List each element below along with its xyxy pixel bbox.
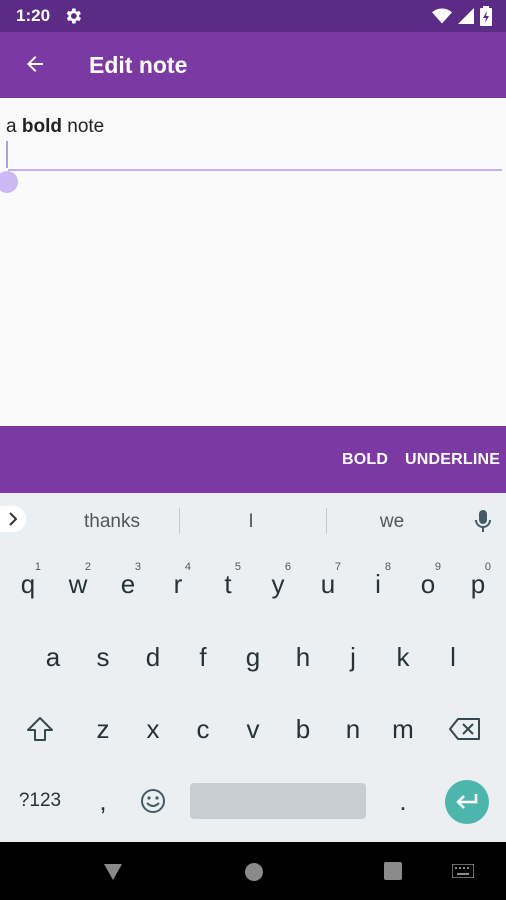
- key-label: u: [320, 568, 336, 599]
- key-u[interactable]: u7: [305, 556, 351, 612]
- key-label: p: [470, 568, 486, 599]
- underline-button[interactable]: UNDERLINE: [405, 451, 500, 469]
- key-hint: 7: [334, 561, 341, 573]
- key-v[interactable]: v: [230, 701, 276, 757]
- key-hint: 2: [84, 561, 91, 573]
- key-r[interactable]: r4: [155, 556, 201, 612]
- key-q[interactable]: q1: [5, 556, 51, 612]
- formatting-toolbar: BOLD UNDERLINE: [0, 426, 506, 493]
- text-cursor: [6, 141, 8, 168]
- key-a[interactable]: a: [30, 629, 76, 685]
- key-w[interactable]: w2: [55, 556, 101, 612]
- note-text-plain-end: note: [61, 116, 105, 137]
- key-s[interactable]: s: [80, 629, 126, 685]
- system-nav-bar: [0, 842, 506, 900]
- key-o[interactable]: o9: [405, 556, 451, 612]
- key-hint: 4: [184, 561, 191, 573]
- key-label: e: [120, 568, 136, 599]
- key-y[interactable]: y6: [255, 556, 301, 612]
- page-title: Edit note: [89, 52, 188, 78]
- space-bar[interactable]: [190, 783, 366, 819]
- soft-keyboard: thanks I we q1 w2 e3 r4 t5 y6 u7 i8 o9 p…: [0, 493, 506, 842]
- note-text-bold: bold: [21, 116, 62, 137]
- key-label: w: [68, 568, 88, 599]
- suggestion-1[interactable]: thanks: [52, 511, 172, 533]
- key-period[interactable]: .: [380, 773, 426, 829]
- key-d[interactable]: d: [130, 629, 176, 685]
- key-t[interactable]: t5: [205, 556, 251, 612]
- note-text-field[interactable]: a bold note: [6, 116, 104, 138]
- key-m[interactable]: m: [380, 701, 426, 757]
- input-underline: [8, 169, 502, 171]
- key-j[interactable]: j: [330, 629, 376, 685]
- key-hint: 5: [234, 561, 241, 573]
- shift-key-icon[interactable]: [17, 701, 63, 757]
- key-n[interactable]: n: [330, 701, 376, 757]
- key-h[interactable]: h: [280, 629, 326, 685]
- battery-icon: [480, 6, 492, 31]
- key-label: y: [271, 568, 285, 599]
- key-label: i: [375, 568, 381, 599]
- status-time: 1:20: [16, 6, 51, 25]
- key-comma[interactable]: ,: [80, 773, 126, 829]
- recents-square-icon[interactable]: [384, 862, 402, 885]
- home-circle-icon[interactable]: [244, 862, 264, 887]
- key-k[interactable]: k: [380, 629, 426, 685]
- key-x[interactable]: x: [130, 701, 176, 757]
- suggestion-2[interactable]: I: [191, 511, 311, 533]
- key-f[interactable]: f: [180, 629, 226, 685]
- key-p[interactable]: p0: [455, 556, 501, 612]
- key-b[interactable]: b: [280, 701, 326, 757]
- key-i[interactable]: i8: [355, 556, 401, 612]
- symbols-key[interactable]: ?123: [17, 773, 63, 829]
- key-hint: 0: [484, 561, 491, 573]
- cellular-signal-icon: [458, 8, 474, 29]
- suggestion-divider: [179, 508, 180, 534]
- expand-chevron-icon[interactable]: [0, 506, 26, 532]
- key-hint: 3: [134, 561, 141, 573]
- backspace-icon[interactable]: [442, 701, 488, 757]
- key-hint: 8: [384, 561, 391, 573]
- key-l[interactable]: l: [430, 629, 476, 685]
- settings-gear-icon: [63, 6, 83, 26]
- status-bar: 1:20: [0, 0, 506, 32]
- key-label: t: [224, 568, 232, 599]
- wifi-icon: [432, 8, 452, 29]
- back-arrow-icon[interactable]: [20, 49, 50, 79]
- key-label: q: [20, 568, 36, 599]
- enter-key-icon[interactable]: [445, 780, 489, 824]
- keyboard-switch-icon[interactable]: [451, 863, 475, 883]
- bold-button[interactable]: BOLD: [342, 451, 388, 469]
- key-z[interactable]: z: [80, 701, 126, 757]
- cursor-handle[interactable]: [0, 171, 18, 193]
- suggestion-divider: [326, 508, 327, 534]
- microphone-icon[interactable]: [473, 509, 493, 535]
- note-editor[interactable]: a bold note: [0, 98, 506, 426]
- key-hint: 6: [284, 561, 291, 573]
- key-label: r: [173, 568, 183, 599]
- key-hint: 1: [34, 561, 41, 573]
- suggestion-strip: thanks I we: [0, 493, 506, 548]
- key-label: o: [420, 568, 436, 599]
- key-e[interactable]: e3: [105, 556, 151, 612]
- app-bar: Edit note: [0, 32, 506, 98]
- back-triangle-icon[interactable]: [102, 862, 124, 887]
- key-c[interactable]: c: [180, 701, 226, 757]
- key-hint: 9: [434, 561, 441, 573]
- key-g[interactable]: g: [230, 629, 276, 685]
- note-text-plain: a: [6, 116, 22, 137]
- suggestion-3[interactable]: we: [332, 511, 452, 533]
- emoji-icon[interactable]: [130, 773, 176, 829]
